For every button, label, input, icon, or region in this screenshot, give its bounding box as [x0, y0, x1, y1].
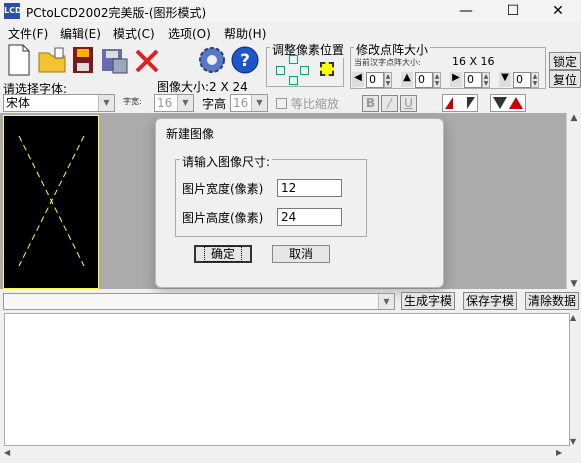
font-width-label: 字宽: [123, 97, 142, 106]
chevron-down-icon: ▼ [378, 294, 394, 309]
menu-help[interactable]: 帮助(H) [224, 25, 266, 42]
output-vertical-scrollbar[interactable]: ▲ ▼ [570, 313, 581, 446]
image-size-label-text: 图像大小: [157, 80, 210, 94]
app-icon: LCD [4, 3, 22, 19]
spin-right-arrows[interactable]: ▲ ▼ [482, 72, 490, 88]
spin-top-arrows[interactable]: ▲ ▼ [433, 72, 441, 88]
dialog-title: 新建图像 [166, 127, 215, 141]
width-label: 图片宽度(像素) [182, 182, 264, 196]
spin-top[interactable]: 0 [415, 72, 433, 88]
font-selected: 宋体 [6, 96, 31, 110]
shrink-left-icon[interactable]: ◀ [352, 72, 364, 87]
cancel-button[interactable]: 取消 [272, 245, 330, 263]
proportional-label: 等比缩放 [290, 97, 339, 111]
chevron-down-icon: ▼ [98, 95, 114, 111]
spin-bottom-arrows[interactable]: ▲ ▼ [531, 72, 539, 88]
scroll-down-icon[interactable]: ▼ [567, 279, 581, 289]
italic-button[interactable]: / [381, 95, 398, 112]
width-input[interactable]: 12 [277, 179, 342, 197]
move-left-icon[interactable] [276, 66, 285, 75]
spin-right[interactable]: 0 [464, 72, 482, 88]
dot-size-label: 修改点阵大小 [354, 41, 431, 58]
font-width-select[interactable]: 16 ▼ [154, 94, 194, 112]
ok-button[interactable]: 确定 [194, 245, 252, 263]
shrink-bottom-icon[interactable]: ▼ [499, 72, 511, 87]
horizontal-scrollbar[interactable]: ◀ ▶ [0, 446, 581, 463]
spin-left[interactable]: 0 [366, 72, 384, 88]
open-folder-icon[interactable] [36, 44, 68, 76]
char-height-value: 16 [233, 96, 249, 110]
underline-button[interactable]: U [400, 95, 417, 112]
title-bar: LCD PCtoLCD2002完美版-(图形模式) — ☐ ✕ [0, 0, 581, 22]
menu-edit[interactable]: 编辑(E) [60, 25, 101, 42]
image-size-value: 2 X 24 [209, 80, 248, 94]
help-icon[interactable]: ? [229, 44, 261, 76]
spin-left-arrows[interactable]: ▲ ▼ [384, 72, 392, 88]
svg-text:?: ? [240, 51, 250, 71]
menu-options[interactable]: 选项(O) [168, 25, 211, 42]
font-select[interactable]: 宋体 ▼ [3, 94, 115, 112]
ok-label: 确定 [203, 246, 242, 262]
close-button[interactable]: ✕ [535, 0, 581, 22]
scroll-up-icon[interactable]: ▲ [570, 313, 581, 322]
maximize-button[interactable]: ☐ [490, 0, 536, 22]
menu-mode[interactable]: 模式(C) [113, 25, 155, 42]
output-combo[interactable]: ▼ [3, 293, 395, 310]
glyph-canvas[interactable] [3, 115, 99, 289]
center-icon[interactable] [320, 62, 334, 76]
scroll-up-icon[interactable]: ▲ [567, 113, 581, 123]
char-height-select[interactable]: 16 ▼ [230, 94, 268, 112]
new-image-dialog: 新建图像 请输入图像尺寸: 图片宽度(像素) 12 图片高度(像素) 24 确定… [155, 118, 444, 288]
new-file-icon[interactable] [4, 42, 34, 78]
height-label: 图片高度(像素) [182, 211, 264, 225]
minimize-button[interactable]: — [443, 0, 489, 22]
spin-bottom[interactable]: 0 [513, 72, 531, 88]
move-up-icon[interactable] [289, 55, 298, 64]
shrink-right-icon[interactable]: ▶ [450, 72, 462, 87]
vertical-scrollbar[interactable]: ▲ ▼ [566, 113, 581, 289]
bold-button[interactable]: B [362, 95, 379, 112]
lock-button[interactable]: 锁定 [549, 52, 581, 70]
current-size-label: 当前汉字点阵大小: [354, 58, 421, 67]
move-down-icon[interactable] [289, 76, 298, 85]
flip-vertical-icon[interactable] [490, 94, 526, 112]
save-icon[interactable] [70, 44, 96, 76]
output-text-area[interactable] [4, 313, 570, 446]
shrink-top-icon[interactable]: ▲ [401, 72, 413, 87]
chevron-down-icon: ▼ [177, 95, 193, 111]
font-width-value: 16 [157, 96, 173, 110]
pixel-adjust-label: 调整像素位置 [270, 41, 347, 58]
scroll-right-icon[interactable]: ▶ [556, 448, 562, 457]
height-input[interactable]: 24 [277, 208, 342, 226]
scroll-left-icon[interactable]: ◀ [4, 448, 10, 457]
scroll-down-icon[interactable]: ▼ [570, 437, 576, 446]
flip-horizontal-icon[interactable] [442, 94, 478, 112]
move-right-icon[interactable] [300, 66, 309, 75]
clear-button[interactable]: 清除数据 [525, 292, 579, 310]
menu-file[interactable]: 文件(F) [8, 25, 48, 42]
char-height-label: 字高 [202, 97, 227, 111]
checkbox-box [276, 98, 287, 109]
proportional-checkbox[interactable]: 等比缩放 [276, 95, 339, 112]
generate-button[interactable]: 生成字模 [401, 292, 455, 310]
current-size-value: 16 X 16 [452, 55, 495, 68]
reset-button[interactable]: 复位 [549, 70, 581, 88]
window-title: PCtoLCD2002完美版-(图形模式) [26, 6, 207, 20]
image-size-label: 图像大小:2 X 24 [157, 78, 248, 95]
delete-x-icon[interactable] [132, 46, 162, 76]
dialog-group-label: 请输入图像尺寸: [180, 153, 273, 170]
save-as-icon[interactable] [98, 44, 130, 76]
menu-bar: 文件(F) 编辑(E) 模式(C) 选项(O) 帮助(H) [0, 22, 581, 42]
gear-icon[interactable] [196, 44, 228, 76]
chevron-down-icon: ▼ [251, 95, 267, 111]
save-data-button[interactable]: 保存字模 [463, 292, 517, 310]
